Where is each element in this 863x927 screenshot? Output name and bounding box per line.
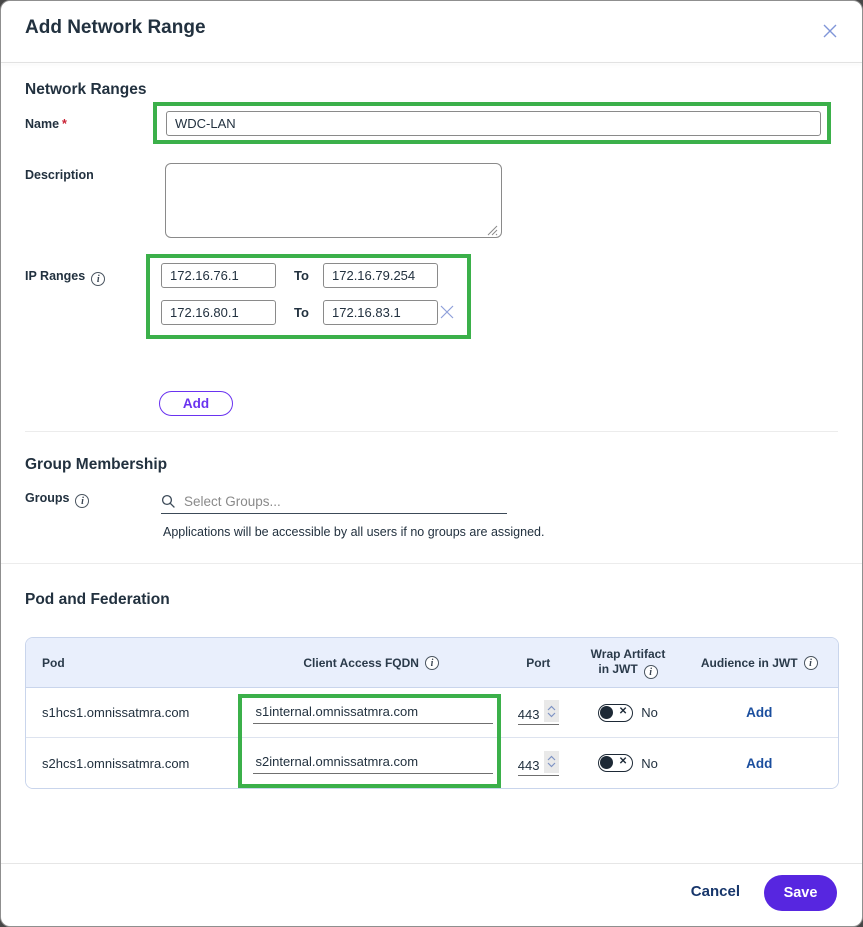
- close-icon[interactable]: [820, 21, 840, 41]
- wrap-artifact-line2-text: in JWT: [598, 662, 637, 676]
- wrap-artifact-cell: ✕ No: [576, 688, 681, 737]
- column-header-wrap-artifact: Wrap Artifact in JWT i: [576, 638, 681, 687]
- required-asterisk: *: [62, 117, 67, 131]
- port-stepper[interactable]: [544, 751, 559, 773]
- ip-range-to-input[interactable]: [323, 300, 438, 325]
- wrap-artifact-cell: ✕ No: [576, 738, 681, 788]
- column-header-fqdn-text: Client Access FQDN: [303, 656, 419, 670]
- save-button[interactable]: Save: [764, 875, 837, 911]
- port-input[interactable]: [518, 707, 544, 722]
- section-divider: [1, 563, 862, 564]
- toggle-off-x-icon: ✕: [619, 706, 627, 717]
- toggle-knob: [600, 756, 613, 769]
- dialog-title: Add Network Range: [25, 17, 206, 39]
- wrap-artifact-info-icon[interactable]: i: [644, 665, 658, 679]
- section-divider: [25, 431, 838, 432]
- name-label-text: Name: [25, 117, 59, 131]
- groups-label: Groupsi: [25, 491, 89, 508]
- port-stepper[interactable]: [544, 700, 559, 722]
- column-header-pod: Pod: [26, 638, 242, 687]
- header-divider: [1, 62, 862, 63]
- table-row: s1hcs1.omnissatmra.com ✕ No: [26, 688, 838, 738]
- audience-info-icon[interactable]: i: [804, 656, 818, 670]
- port-cell: [501, 688, 576, 737]
- audience-cell: Add: [680, 688, 838, 737]
- name-label: Name*: [25, 117, 67, 131]
- fqdn-cell: [241, 738, 500, 788]
- toggle-state-label: No: [641, 705, 658, 720]
- ip-range-from-input[interactable]: [161, 300, 276, 325]
- wrap-artifact-toggle[interactable]: ✕: [598, 754, 633, 772]
- wrap-artifact-line1: Wrap Artifact: [591, 647, 666, 662]
- remove-ip-range-icon[interactable]: [439, 304, 455, 320]
- table-row: s2hcs1.omnissatmra.com ✕ No: [26, 738, 838, 788]
- groups-search-input[interactable]: [184, 494, 507, 509]
- port-input[interactable]: [518, 758, 544, 773]
- column-header-audience-text: Audience in JWT: [701, 656, 798, 670]
- groups-search-field: [161, 490, 507, 514]
- section-heading-pod-federation: Pod and Federation: [25, 591, 170, 609]
- name-input[interactable]: [166, 111, 821, 136]
- column-header-port: Port: [501, 638, 576, 687]
- groups-info-icon[interactable]: i: [75, 494, 89, 508]
- toggle-state-label: No: [641, 756, 658, 771]
- search-icon: [161, 494, 176, 509]
- footer-divider: [1, 863, 862, 864]
- resize-handle-icon[interactable]: [487, 223, 498, 234]
- description-field-wrap: [165, 163, 502, 238]
- fqdn-info-icon[interactable]: i: [425, 656, 439, 670]
- toggle-off-x-icon: ✕: [619, 756, 627, 767]
- section-heading-network-ranges: Network Ranges: [25, 81, 146, 99]
- column-header-fqdn: Client Access FQDN i: [242, 638, 501, 687]
- table-header-row: Pod Client Access FQDN i Port Wrap Artifa…: [26, 638, 838, 688]
- groups-label-text: Groups: [25, 491, 69, 505]
- fqdn-input[interactable]: [253, 702, 493, 724]
- audience-cell: Add: [680, 738, 838, 788]
- add-network-range-dialog: Add Network Range Network Ranges Name* D…: [0, 0, 863, 927]
- ip-range-to-input[interactable]: [323, 263, 438, 288]
- audience-add-link[interactable]: Add: [746, 705, 772, 720]
- toggle-knob: [600, 706, 613, 719]
- wrap-artifact-line2: in JWT i: [598, 662, 657, 679]
- port-cell: [501, 738, 576, 788]
- wrap-artifact-toggle[interactable]: ✕: [598, 704, 633, 722]
- pod-federation-table: Pod Client Access FQDN i Port Wrap Artifa…: [25, 637, 839, 789]
- add-ip-range-button[interactable]: Add: [159, 391, 233, 416]
- description-textarea[interactable]: [165, 163, 502, 238]
- cancel-button[interactable]: Cancel: [691, 883, 740, 900]
- groups-helper-text: Applications will be accessible by all u…: [163, 525, 544, 539]
- ip-ranges-label: IP Ranges i: [25, 269, 105, 286]
- pod-cell: s2hcs1.omnissatmra.com: [26, 738, 241, 788]
- pod-cell: s1hcs1.omnissatmra.com: [26, 688, 241, 737]
- fqdn-input[interactable]: [253, 752, 493, 774]
- to-label: To: [294, 305, 309, 320]
- fqdn-cell: [241, 688, 500, 737]
- description-label: Description: [25, 168, 94, 182]
- section-heading-group-membership: Group Membership: [25, 456, 167, 474]
- ip-ranges-label-text: IP Ranges: [25, 269, 85, 283]
- to-label: To: [294, 268, 309, 283]
- ip-range-from-input[interactable]: [161, 263, 276, 288]
- ip-ranges-info-icon[interactable]: i: [91, 272, 105, 286]
- audience-add-link[interactable]: Add: [746, 756, 772, 771]
- column-header-audience: Audience in JWT i: [680, 638, 838, 687]
